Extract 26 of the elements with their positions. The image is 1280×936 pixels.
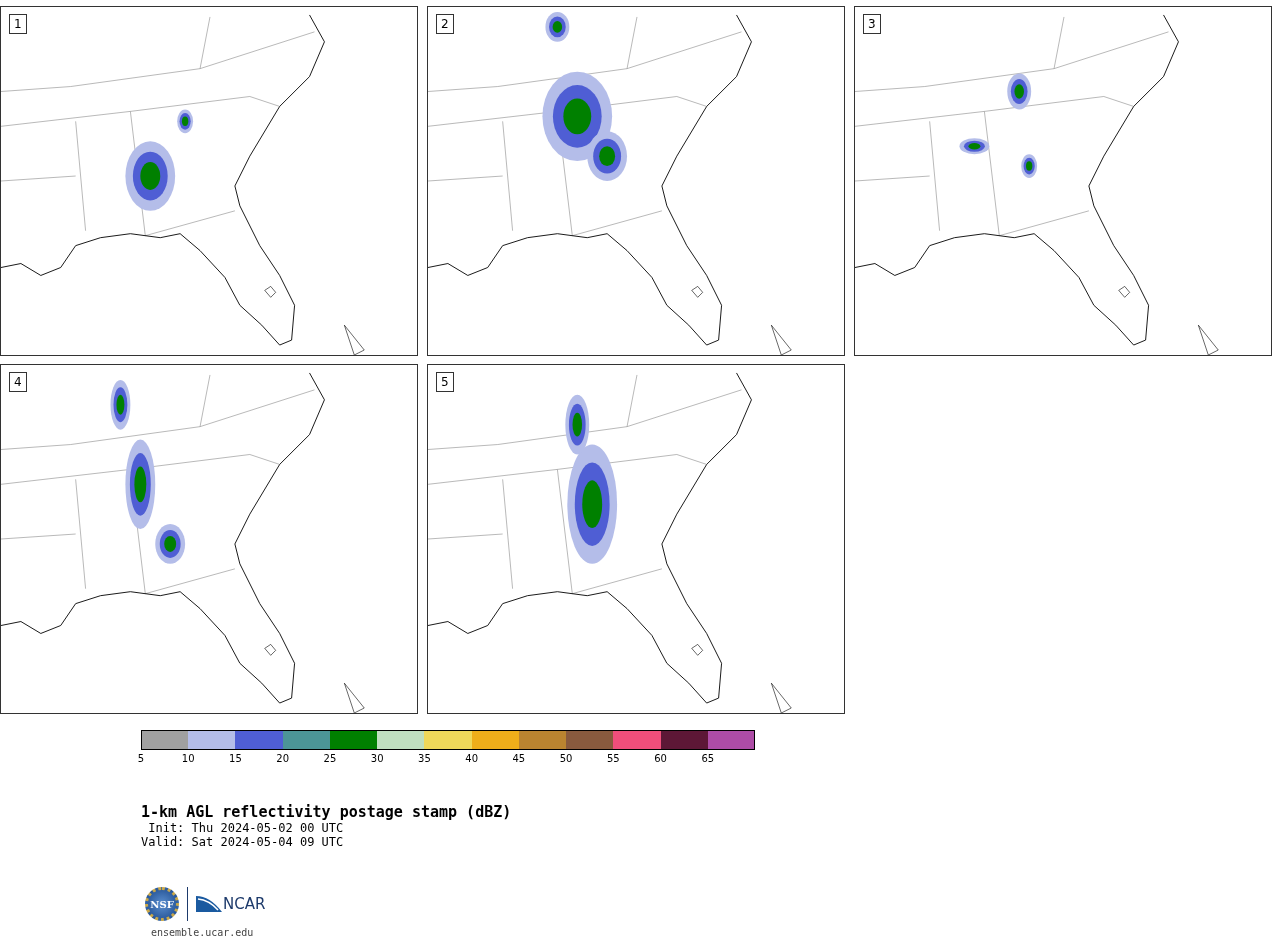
tick-label: 65 (701, 753, 715, 765)
valid-time: Valid: Sat 2024-05-04 09 UTC (141, 835, 345, 849)
panel-number: 5 (436, 372, 454, 392)
tick-label: 30 (370, 753, 384, 765)
panel-number: 3 (863, 14, 881, 34)
tick-label: 60 (654, 753, 667, 765)
tick-label: 50 (559, 753, 573, 765)
nsf-logo: NSF (145, 887, 179, 921)
logo-text: NCAR (223, 893, 266, 915)
init-time: Init: Thu 2024-05-02 00 UTC (147, 821, 345, 835)
website-url: ensemble.ucar.edu (151, 926, 255, 936)
tick-label: 20 (276, 753, 290, 765)
tick-label: 5 (137, 753, 145, 765)
panel-number: 1 (9, 14, 27, 34)
tick-label: 55 (607, 753, 620, 765)
swoosh-icon (196, 894, 222, 914)
panel-number: 4 (9, 372, 27, 392)
tick-label: 10 (181, 753, 195, 765)
tick-label: 40 (465, 753, 478, 765)
logo-divider (187, 887, 188, 921)
tick-label: 35 (418, 753, 431, 765)
tick-label: 45 (512, 753, 526, 765)
tick-label: 15 (229, 753, 242, 765)
chart-title: 1-km AGL reflectivity postage stamp (dBZ) (141, 803, 513, 821)
panel-number: 2 (436, 14, 454, 34)
tick-label: 25 (323, 753, 337, 765)
